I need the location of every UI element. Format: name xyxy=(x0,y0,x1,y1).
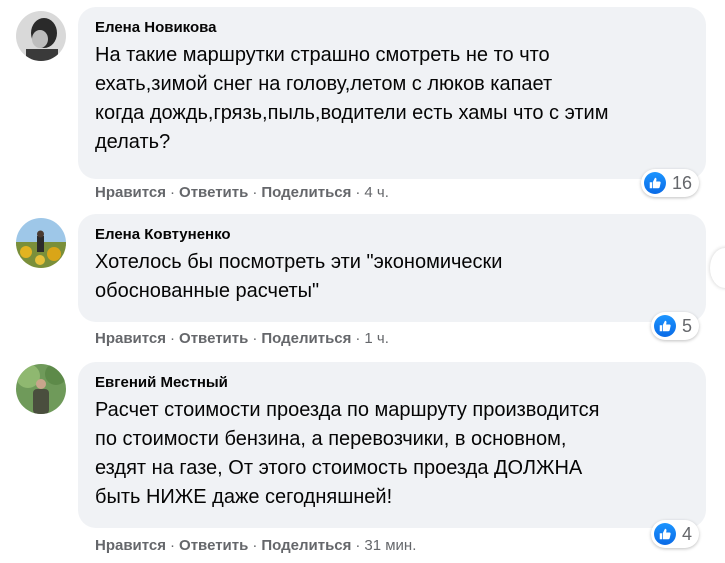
comment-actions: Нравится · Ответить · Поделиться · 4 ч. xyxy=(95,184,389,202)
share-button[interactable]: Поделиться xyxy=(261,184,351,201)
separator: · xyxy=(355,330,361,347)
avatar[interactable] xyxy=(16,218,66,268)
comment-text: На такие маршрутки страшно смотреть не т… xyxy=(95,44,609,153)
like-icon xyxy=(654,315,676,337)
separator: · xyxy=(252,330,258,347)
reaction-count: 5 xyxy=(682,315,693,336)
separator: · xyxy=(252,184,258,201)
comment-bubble: Елена Новикова На такие маршрутки страшн… xyxy=(78,7,706,179)
separator: · xyxy=(170,537,176,554)
separator: · xyxy=(170,330,176,347)
separator: · xyxy=(355,537,361,554)
reaction-summary[interactable]: 16 xyxy=(641,169,699,197)
comment-bubble: Елена Ковтуненко Хотелось бы посмотреть … xyxy=(78,214,706,322)
comment-time[interactable]: 4 ч. xyxy=(364,184,389,201)
comment-bubble: Евгений Местный Расчет стоимости проезда… xyxy=(78,362,706,528)
reaction-summary[interactable]: 5 xyxy=(651,312,699,340)
like-button[interactable]: Нравится xyxy=(95,537,166,554)
like-icon xyxy=(654,523,676,545)
avatar[interactable] xyxy=(16,11,66,61)
avatar-photo xyxy=(16,218,66,268)
reaction-count: 4 xyxy=(682,523,693,544)
reply-button[interactable]: Ответить xyxy=(179,330,248,347)
separator: · xyxy=(355,184,361,201)
separator: · xyxy=(252,537,258,554)
reaction-summary[interactable]: 4 xyxy=(651,520,699,548)
reply-button[interactable]: Ответить xyxy=(179,184,248,201)
reply-button[interactable]: Ответить xyxy=(179,537,248,554)
like-icon xyxy=(644,172,666,194)
reaction-count: 16 xyxy=(672,172,693,193)
comment-actions: Нравится · Ответить · Поделиться · 31 мин. xyxy=(95,537,416,555)
share-button[interactable]: Поделиться xyxy=(261,537,351,554)
like-button[interactable]: Нравится xyxy=(95,330,166,347)
avatar[interactable] xyxy=(16,364,66,414)
comment-time[interactable]: 1 ч. xyxy=(364,330,389,347)
share-button[interactable]: Поделиться xyxy=(261,330,351,347)
avatar-photo xyxy=(16,11,66,61)
comment-text: Хотелось бы посмотреть эти "экономически… xyxy=(95,251,503,302)
comment-text: Расчет стоимости проезда по маршруту про… xyxy=(95,399,600,508)
comment-actions: Нравится · Ответить · Поделиться · 1 ч. xyxy=(95,330,389,348)
separator: · xyxy=(170,184,176,201)
comment-author[interactable]: Евгений Местный xyxy=(95,374,688,392)
avatar-photo xyxy=(16,364,66,414)
comment-author[interactable]: Елена Новикова xyxy=(95,19,688,37)
comment-author[interactable]: Елена Ковтуненко xyxy=(95,226,688,244)
comment-time[interactable]: 31 мин. xyxy=(364,537,416,554)
like-button[interactable]: Нравится xyxy=(95,184,166,201)
next-arrow-button[interactable] xyxy=(710,248,725,288)
